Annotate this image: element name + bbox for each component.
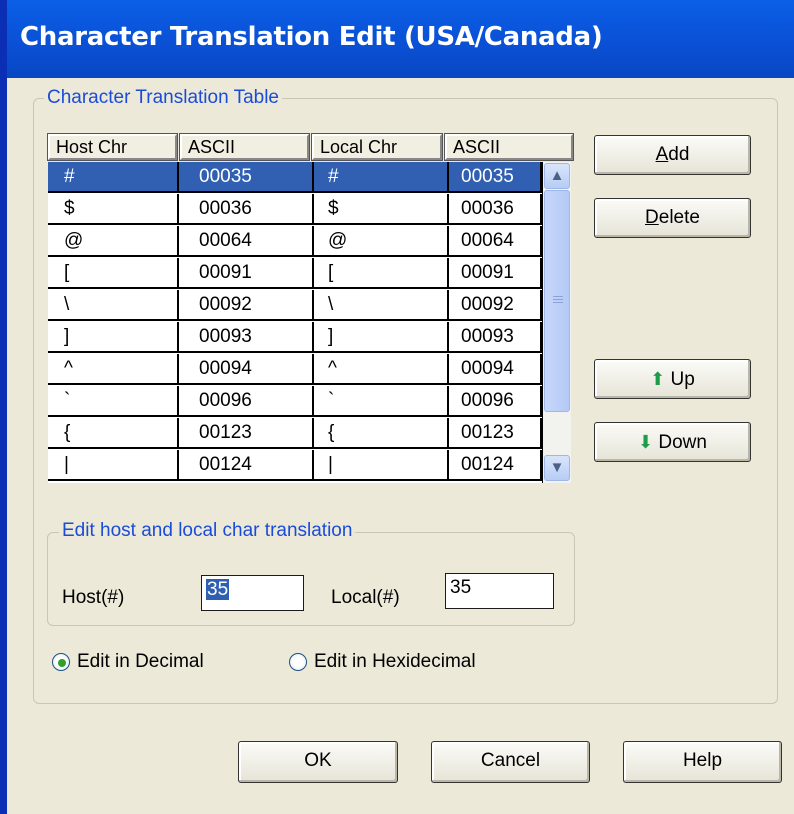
host-label: Host(#) (62, 587, 125, 608)
chevron-up-icon[interactable]: ▲ (544, 163, 570, 189)
host-ascii-cell: 00093 (179, 322, 314, 353)
table-row[interactable]: {00123{00123 (48, 418, 542, 449)
table-row[interactable]: ` 00096 ` 00096 (48, 386, 542, 417)
decimal-radio-label[interactable]: Edit in Decimal (77, 651, 204, 673)
up-label: Up (670, 369, 695, 390)
down-label: Down (658, 432, 707, 453)
local-ascii-cell: 00091 (449, 258, 542, 289)
local-label: Local(#) (331, 587, 400, 608)
host-chr-cell: @ (48, 226, 179, 257)
local-chr-cell: @ (314, 226, 449, 257)
local-chr-cell: ` (314, 386, 449, 417)
local-chr-cell: ] (314, 322, 449, 353)
down-button[interactable]: ⬇ Down (594, 422, 751, 462)
ok-button[interactable]: OK (238, 741, 398, 783)
window-frame-left (0, 0, 7, 814)
arrow-down-icon: ⬇ (638, 432, 654, 452)
local-input[interactable]: 35 (445, 573, 554, 609)
host-chr-cell: { (48, 418, 179, 449)
local-ascii-cell: 00036 (449, 194, 542, 225)
table-row[interactable]: \ 00092 \ 00092 (48, 290, 542, 321)
column-header-host-chr[interactable]: Host Chr (47, 133, 178, 161)
host-chr-cell: # (48, 162, 179, 193)
local-ascii-cell: 00035 (449, 162, 542, 193)
local-chr-cell: [ (314, 258, 449, 289)
chevron-down-icon[interactable]: ▼ (544, 455, 570, 481)
host-ascii-cell: 00092 (179, 290, 314, 321)
local-chr-cell: ^ (314, 354, 449, 385)
window-title: Character Translation Edit (USA/Canada) (20, 22, 603, 52)
host-chr-cell: ] (48, 322, 179, 353)
delete-label: elete (658, 207, 700, 228)
decimal-radio[interactable] (52, 653, 70, 671)
help-button[interactable]: Help (623, 741, 782, 783)
scrollbar-grip (553, 299, 563, 300)
local-ascii-cell: 00092 (449, 290, 542, 321)
arrow-up-icon: ⬆ (650, 369, 666, 389)
hex-radio[interactable] (289, 653, 307, 671)
scrollbar-grip (553, 302, 563, 303)
table-scrollbar[interactable]: ▲ ▼ (543, 162, 571, 483)
local-ascii-cell: 00096 (449, 386, 542, 417)
local-ascii-cell: 00124 (449, 450, 542, 481)
column-header-local-ascii[interactable]: ASCII (444, 133, 574, 161)
local-ascii-cell: 00093 (449, 322, 542, 353)
delete-accelerator: D (645, 207, 659, 228)
host-chr-cell: $ (48, 194, 179, 225)
host-chr-cell: | (48, 450, 179, 481)
scrollbar-grip (553, 296, 563, 297)
local-value: 35 (450, 577, 472, 598)
host-chr-cell: [ (48, 258, 179, 289)
host-ascii-cell: 00123 (179, 418, 314, 449)
host-ascii-cell: 00036 (179, 194, 314, 225)
host-input[interactable]: 35 (201, 575, 304, 611)
table-row[interactable]: [00091[00091 (48, 258, 542, 289)
host-ascii-cell: 00091 (179, 258, 314, 289)
local-chr-cell: { (314, 418, 449, 449)
host-value: 35 (206, 579, 230, 600)
local-chr-cell: | (314, 450, 449, 481)
local-chr-cell: $ (314, 194, 449, 225)
table-group-legend: Character Translation Table (44, 87, 282, 109)
add-label: dd (668, 144, 690, 165)
radio-checked-dot (58, 659, 66, 667)
up-button[interactable]: ⬆ Up (594, 359, 751, 399)
hex-radio-label[interactable]: Edit in Hexidecimal (314, 651, 476, 673)
cancel-button[interactable]: Cancel (431, 741, 590, 783)
table-row[interactable]: @00064 @00064 (48, 226, 542, 257)
local-chr-cell: \ (314, 290, 449, 321)
table-row[interactable]: ^ 00094 ^ 00094 (48, 354, 542, 385)
host-chr-cell: \ (48, 290, 179, 321)
local-ascii-cell: 00094 (449, 354, 542, 385)
scrollbar-thumb[interactable] (544, 190, 570, 412)
host-ascii-cell: 00035 (179, 162, 314, 193)
column-header-local-chr[interactable]: Local Chr (311, 133, 443, 161)
local-ascii-cell: 00123 (449, 418, 542, 449)
table-row[interactable]: | 00124 | 00124 (48, 450, 542, 481)
host-ascii-cell: 00064 (179, 226, 314, 257)
host-ascii-cell: 00094 (179, 354, 314, 385)
translation-table: #00035 #00035 $00036 $00036 @00064 @00064[000… (48, 162, 543, 483)
host-chr-cell: ^ (48, 354, 179, 385)
local-chr-cell: # (314, 162, 449, 193)
host-ascii-cell: 00124 (179, 450, 314, 481)
host-ascii-cell: 00096 (179, 386, 314, 417)
host-chr-cell: ` (48, 386, 179, 417)
local-ascii-cell: 00064 (449, 226, 542, 257)
table-row[interactable]: ] 00093] 00093 (48, 322, 542, 353)
edit-group-legend: Edit host and local char translation (59, 520, 356, 542)
add-accelerator: A (655, 144, 669, 165)
add-button[interactable]: Add (594, 135, 751, 175)
column-header-host-ascii[interactable]: ASCII (179, 133, 310, 161)
delete-button[interactable]: Delete (594, 198, 751, 238)
table-row[interactable]: $00036 $00036 (48, 194, 542, 225)
table-row[interactable]: #00035 #00035 (48, 162, 542, 193)
